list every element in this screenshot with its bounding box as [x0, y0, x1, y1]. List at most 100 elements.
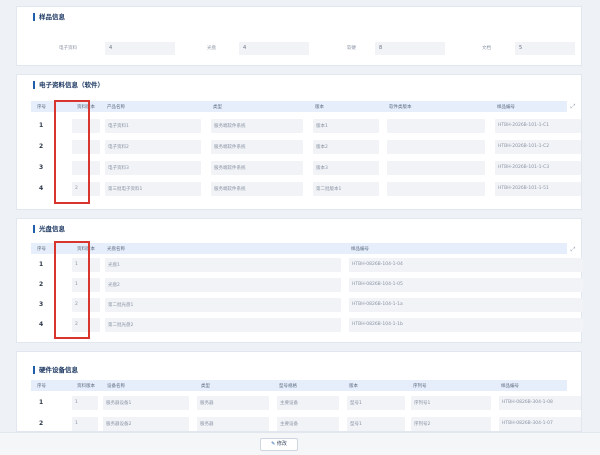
table-row: 2 电子资料2 服务端软件系统 版本2 HTBH-2026B-101-1-C2 — [31, 139, 581, 155]
col-header: 型号规格 — [279, 384, 297, 389]
col-header: 设备名称 — [107, 384, 125, 389]
sample-number-cell[interactable]: HTBH-2026B-101-1-C1 — [495, 119, 581, 133]
table-row: 1 1 服务器设备1 服务器 主要设备 型号1 序列号1 HTBH-0826B-… — [31, 395, 581, 411]
row-number: 4 — [39, 185, 44, 192]
electronic-info-panel: 电子资料信息（软件） ⤢ 序号 资料版本 产品名称 类型 版本 软件类版本 样品… — [16, 74, 582, 210]
field-label-1: 电子资料 — [59, 46, 77, 51]
col-header: 序号 — [37, 384, 46, 389]
edition-cell[interactable]: 第二批版本1 — [313, 182, 379, 196]
col-header: 类型 — [213, 105, 222, 110]
expand-icon[interactable]: ⤢ — [569, 103, 577, 111]
software-version-cell[interactable] — [387, 182, 485, 196]
field-input-4[interactable]: 5 — [515, 42, 575, 55]
name-cell[interactable]: 电子资料2 — [105, 140, 201, 154]
sample-number-cell[interactable]: HTBH-0826B-304-1-08 — [499, 396, 581, 410]
field-input-1[interactable]: 4 — [105, 42, 175, 55]
col-header: 软件类版本 — [389, 105, 412, 110]
col-header: 序号 — [37, 105, 46, 110]
version-cell[interactable]: 1 — [72, 396, 98, 410]
table-row: 3 2 第二批光盘1 HTBH-0826B-104-1-1a — [31, 297, 583, 313]
edition-cell[interactable]: 版本1 — [313, 119, 379, 133]
edition-cell[interactable]: 版本3 — [313, 161, 379, 175]
model-cell[interactable]: 型号1 — [347, 417, 405, 431]
table-row: 4 2 第二批光盘2 HTBH-0826B-104-1-1b — [31, 317, 583, 333]
col-header: 光盘名称 — [107, 247, 125, 252]
field-input-3[interactable]: 8 — [375, 42, 445, 55]
edit-button[interactable]: ✎ 修改 — [260, 438, 298, 451]
row-number: 2 — [39, 281, 44, 288]
type-cell[interactable]: 服务器 — [197, 417, 269, 431]
sample-number-cell[interactable]: HTBH-2026B-101-1-C3 — [495, 161, 581, 175]
disc-name-cell[interactable]: 光盘2 — [105, 278, 341, 292]
table-row: 2 1 服务器设备2 服务器 主要设备 型号1 序列号2 HTBH-0826B-… — [31, 416, 581, 431]
row-number: 4 — [39, 321, 44, 328]
device-name-cell[interactable]: 服务器设备2 — [103, 417, 189, 431]
device-name-cell[interactable]: 服务器设备1 — [103, 396, 189, 410]
table-row: 3 电子资料3 服务端软件系统 版本3 HTBH-2026B-101-1-C3 — [31, 160, 581, 176]
col-header: 样品编号 — [351, 247, 369, 252]
disc-info-panel: 光盘信息 ⤢ 序号 资料版本 光盘名称 样品编号 1 1 光盘1 HTBH-08… — [16, 218, 583, 343]
spec-cell[interactable]: 主要设备 — [277, 417, 339, 431]
highlight-box — [54, 100, 90, 204]
row-number: 2 — [39, 143, 44, 150]
electronic-info-title: 电子资料信息（软件） — [33, 81, 104, 89]
model-cell[interactable]: 型号1 — [347, 396, 405, 410]
footer-bar: ✎ 修改 — [0, 432, 600, 455]
table-row: 1 1 光盘1 HTBH-0826B-104-1-04 — [31, 257, 583, 273]
expand-icon[interactable]: ⤢ — [569, 246, 577, 254]
sample-number-cell[interactable]: HTBH-0826B-104-1-04 — [349, 258, 583, 272]
software-version-cell[interactable] — [387, 119, 485, 133]
col-header: 版本 — [315, 105, 324, 110]
row-number: 1 — [39, 122, 44, 129]
name-cell[interactable]: 电子资料3 — [105, 161, 201, 175]
field-label-4: 文档 — [482, 46, 491, 51]
col-header: 类型 — [201, 384, 210, 389]
spec-cell[interactable]: 主要设备 — [277, 396, 339, 410]
sample-number-cell[interactable]: HTBH-0826B-104-1-1b — [349, 318, 583, 332]
disc-name-cell[interactable]: 光盘1 — [105, 258, 341, 272]
row-number: 1 — [39, 261, 44, 268]
col-header: 样品编号 — [497, 105, 515, 110]
electronic-table-header: 序号 资料版本 产品名称 类型 版本 软件类版本 样品编号 — [31, 101, 567, 112]
software-version-cell[interactable] — [387, 161, 485, 175]
edit-button-label: 修改 — [276, 441, 287, 447]
type-cell[interactable]: 服务器 — [197, 396, 269, 410]
serial-cell[interactable]: 序列号2 — [411, 417, 491, 431]
field-label-2: 光盘 — [207, 46, 216, 51]
type-cell[interactable]: 服务端软件系统 — [211, 182, 303, 196]
highlight-box — [54, 241, 90, 339]
col-header: 序列号 — [413, 384, 427, 389]
sample-number-cell[interactable]: HTBH-2026B-101-1-51 — [495, 182, 581, 196]
col-header: 产品名称 — [107, 105, 125, 110]
row-number: 1 — [39, 399, 44, 406]
edition-cell[interactable]: 版本2 — [313, 140, 379, 154]
basic-info-title: 样品信息 — [33, 13, 65, 21]
disc-info-title: 光盘信息 — [33, 225, 65, 233]
sample-number-cell[interactable]: HTBH-0826B-104-1-1a — [349, 298, 583, 312]
hardware-info-panel: 硬件设备信息 序号 资料版本 设备名称 类型 型号规格 版本 序列号 样品编号 … — [16, 351, 582, 432]
disc-name-cell[interactable]: 第二批光盘2 — [105, 318, 341, 332]
type-cell[interactable]: 服务端软件系统 — [211, 119, 303, 133]
hardware-table-header: 序号 资料版本 设备名称 类型 型号规格 版本 序列号 样品编号 — [31, 380, 567, 391]
serial-cell[interactable]: 序列号1 — [411, 396, 491, 410]
sample-number-cell[interactable]: HTBH-2026B-101-1-C2 — [495, 140, 581, 154]
type-cell[interactable]: 服务端软件系统 — [211, 161, 303, 175]
name-cell[interactable]: 电子资料1 — [105, 119, 201, 133]
disc-name-cell[interactable]: 第二批光盘1 — [105, 298, 341, 312]
sample-number-cell[interactable]: HTBH-0826B-104-1-05 — [349, 278, 583, 292]
software-version-cell[interactable] — [387, 140, 485, 154]
table-row: 2 1 光盘2 HTBH-0826B-104-1-05 — [31, 277, 583, 293]
row-number: 3 — [39, 164, 44, 171]
version-cell[interactable]: 1 — [72, 417, 98, 431]
type-cell[interactable]: 服务端软件系统 — [211, 140, 303, 154]
name-cell[interactable]: 第三批电子资料1 — [105, 182, 201, 196]
basic-info-panel: 样品信息 电子资料 4 光盘 4 软硬 8 文档 5 — [16, 6, 582, 66]
col-header: 版本 — [349, 384, 358, 389]
pencil-icon: ✎ — [271, 441, 276, 447]
sample-number-cell[interactable]: HTBH-0826B-304-1-07 — [499, 417, 581, 431]
table-row: 4 2 第三批电子资料1 服务端软件系统 第二批版本1 HTBH-2026B-1… — [31, 181, 581, 197]
row-number: 3 — [39, 301, 44, 308]
col-header: 资料版本 — [77, 384, 95, 389]
field-input-2[interactable]: 4 — [239, 42, 309, 55]
field-label-3: 软硬 — [347, 46, 356, 51]
